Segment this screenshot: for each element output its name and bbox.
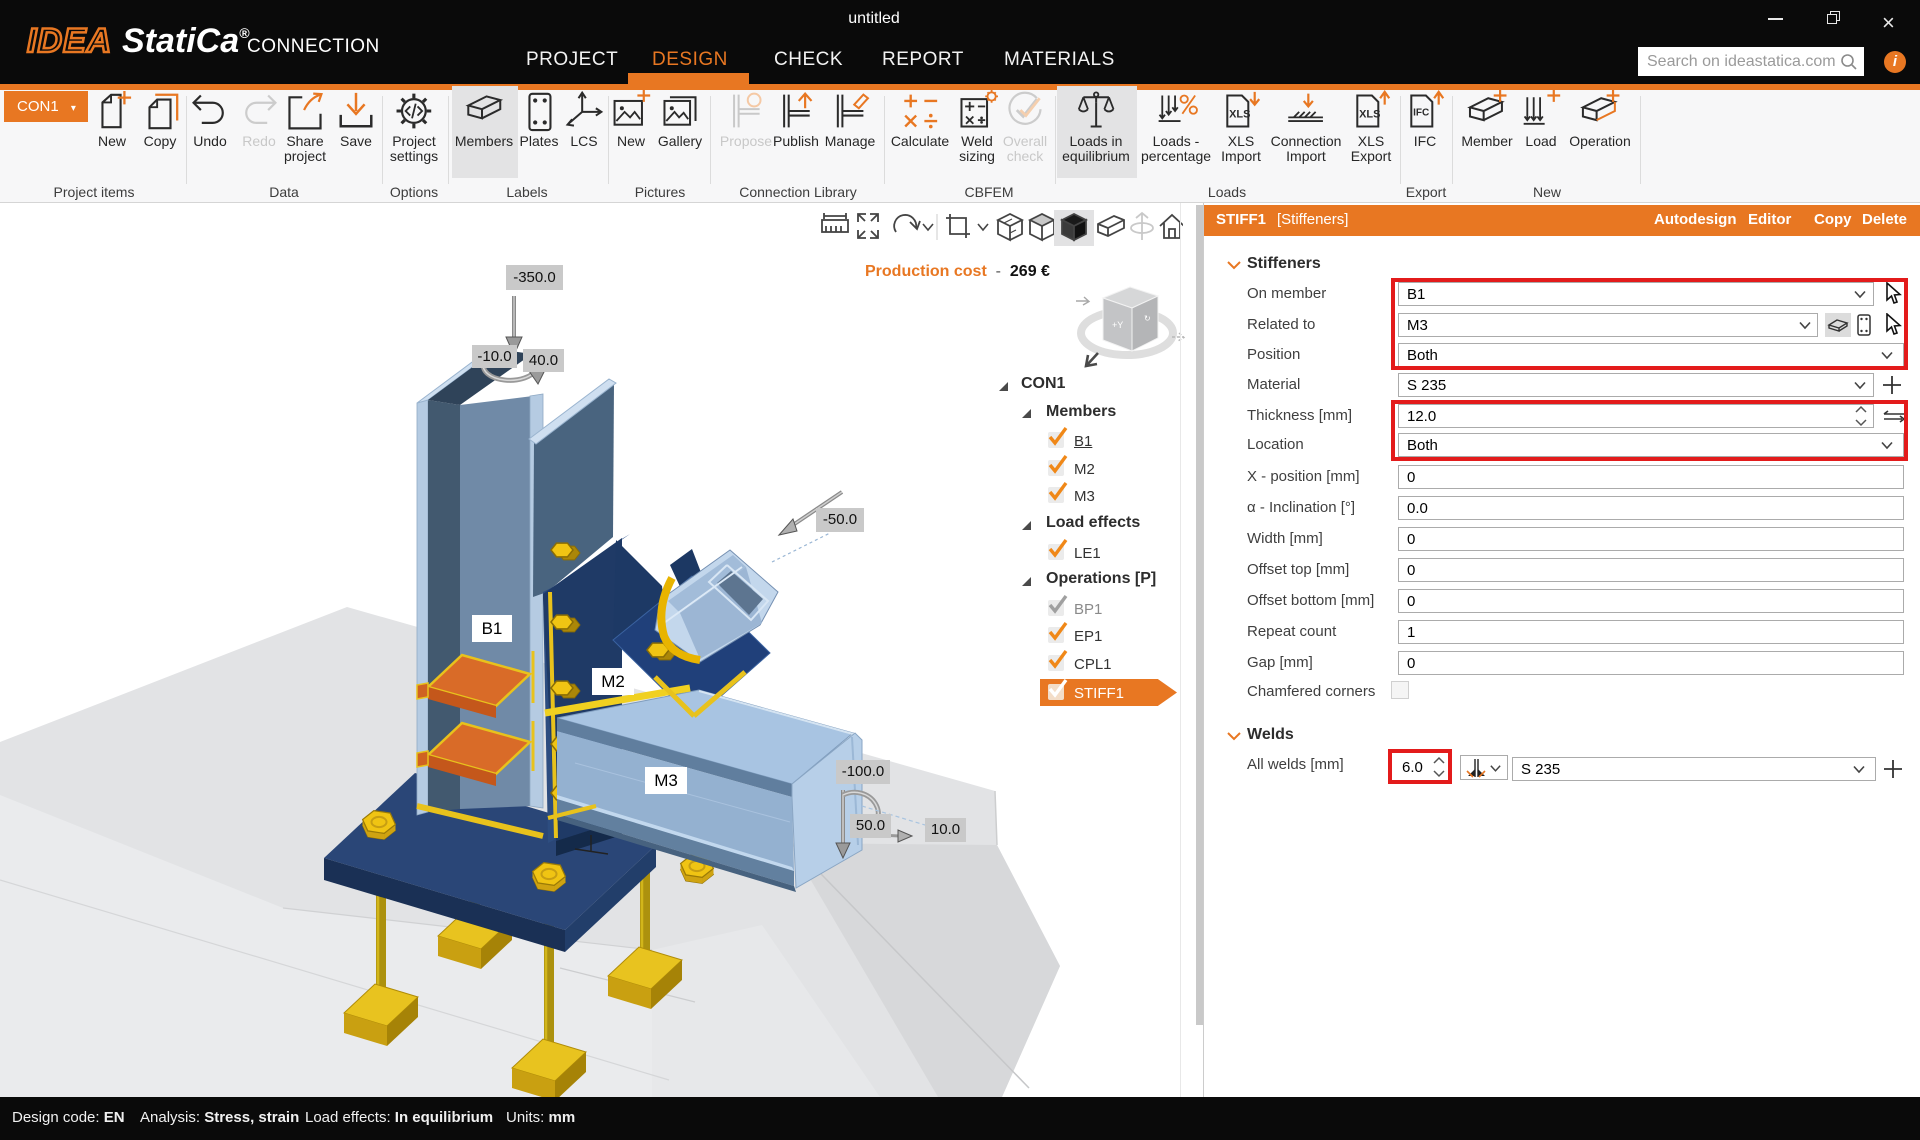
svg-text:+Y: +Y (1112, 320, 1123, 330)
svg-text:XLS: XLS (1229, 108, 1250, 120)
svg-text:XLS: XLS (1359, 108, 1380, 120)
svg-text:↻: ↻ (1144, 314, 1151, 323)
svg-text:IFC: IFC (1413, 108, 1429, 119)
